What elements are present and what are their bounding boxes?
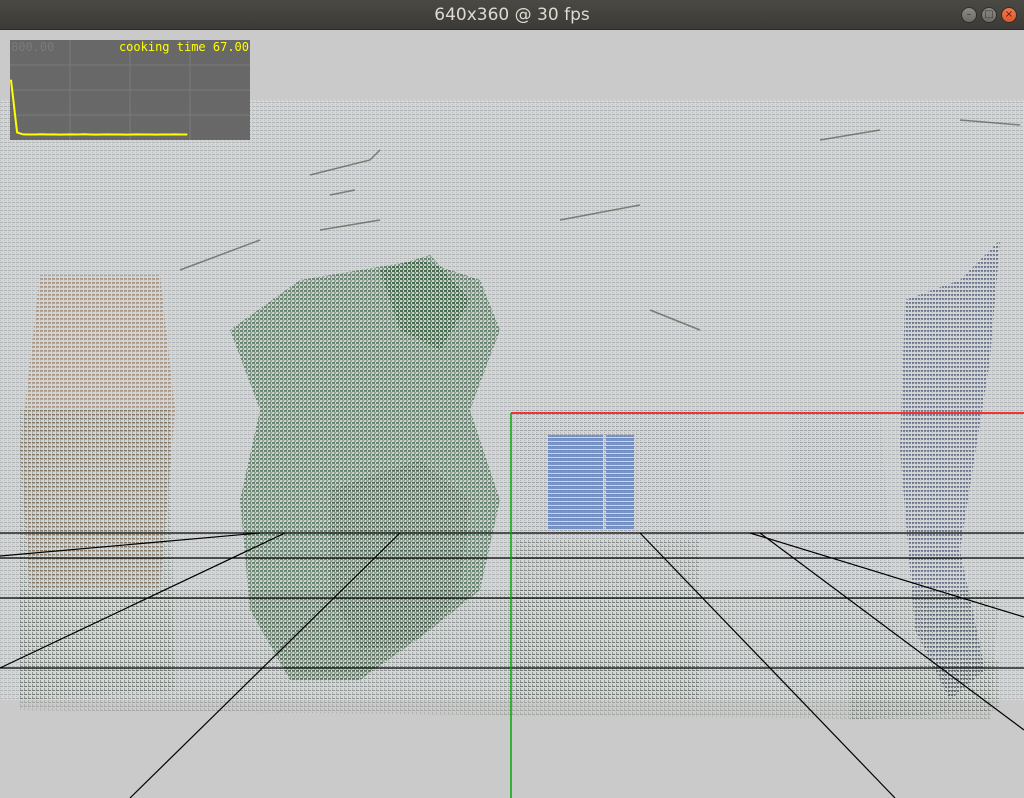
hud-title: cooking time 67.00: [118, 40, 249, 54]
hud-series-point: [40, 133, 42, 135]
hud-series-point: [168, 133, 170, 136]
hud-series-point: [22, 133, 24, 135]
hud-series-point: [46, 133, 49, 136]
close-icon: ×: [1004, 9, 1014, 20]
hud-series-point: [150, 133, 152, 136]
hud-series-point: [34, 133, 36, 136]
window-title: 640x360 @ 30 fps: [434, 5, 590, 25]
hud-series-point: [77, 133, 79, 136]
maximize-button[interactable]: □: [981, 7, 997, 23]
cooking-time-plot: [10, 40, 250, 140]
hud-series-point: [174, 133, 176, 135]
hud-series-point: [119, 133, 121, 136]
hud-series-point: [162, 133, 164, 136]
hud-series-point: [83, 133, 85, 135]
application-window: 640x360 @ 30 fps – □ × 800.00 cooking ti…: [0, 0, 1024, 798]
close-button[interactable]: ×: [1001, 7, 1017, 23]
hud-series-point: [113, 133, 115, 136]
hud-series-point: [125, 134, 127, 136]
hud-series-point: [71, 133, 73, 135]
hud-series-point: [137, 133, 139, 135]
hud-series-point: [186, 133, 188, 136]
hud-series-point: [107, 133, 109, 135]
cooking-time-graph: 800.00 cooking time 67.00: [10, 40, 250, 140]
hud-series-point: [65, 133, 67, 136]
hud-series-point: [89, 133, 91, 136]
hud-series-point: [131, 133, 133, 136]
maximize-icon: □: [984, 9, 994, 20]
hud-series-point: [16, 131, 18, 134]
hud-max-label: 800.00: [11, 40, 55, 54]
hud-series-point: [101, 133, 103, 136]
hud-series-point: [180, 133, 182, 136]
point-cloud-floor: [20, 590, 1000, 720]
hud-series-line-0: [10, 79, 187, 136]
point-cloud-viewport[interactable]: 800.00 cooking time 67.00: [0, 30, 1024, 798]
title-bar[interactable]: 640x360 @ 30 fps – □ ×: [0, 0, 1024, 30]
hud-series-point: [59, 134, 61, 136]
hud-series-point: [143, 133, 146, 136]
hud-grid: [10, 40, 250, 140]
hud-series: [10, 79, 188, 136]
hud-series-point: [10, 79, 12, 81]
hud-series-point: [156, 134, 158, 136]
hud-series-point: [95, 134, 97, 136]
point-cloud-scene[interactable]: [0, 30, 1024, 798]
minimize-icon: –: [966, 9, 972, 20]
hud-series-point: [52, 133, 55, 135]
minimize-button[interactable]: –: [961, 7, 977, 23]
hud-series-point: [28, 133, 30, 136]
